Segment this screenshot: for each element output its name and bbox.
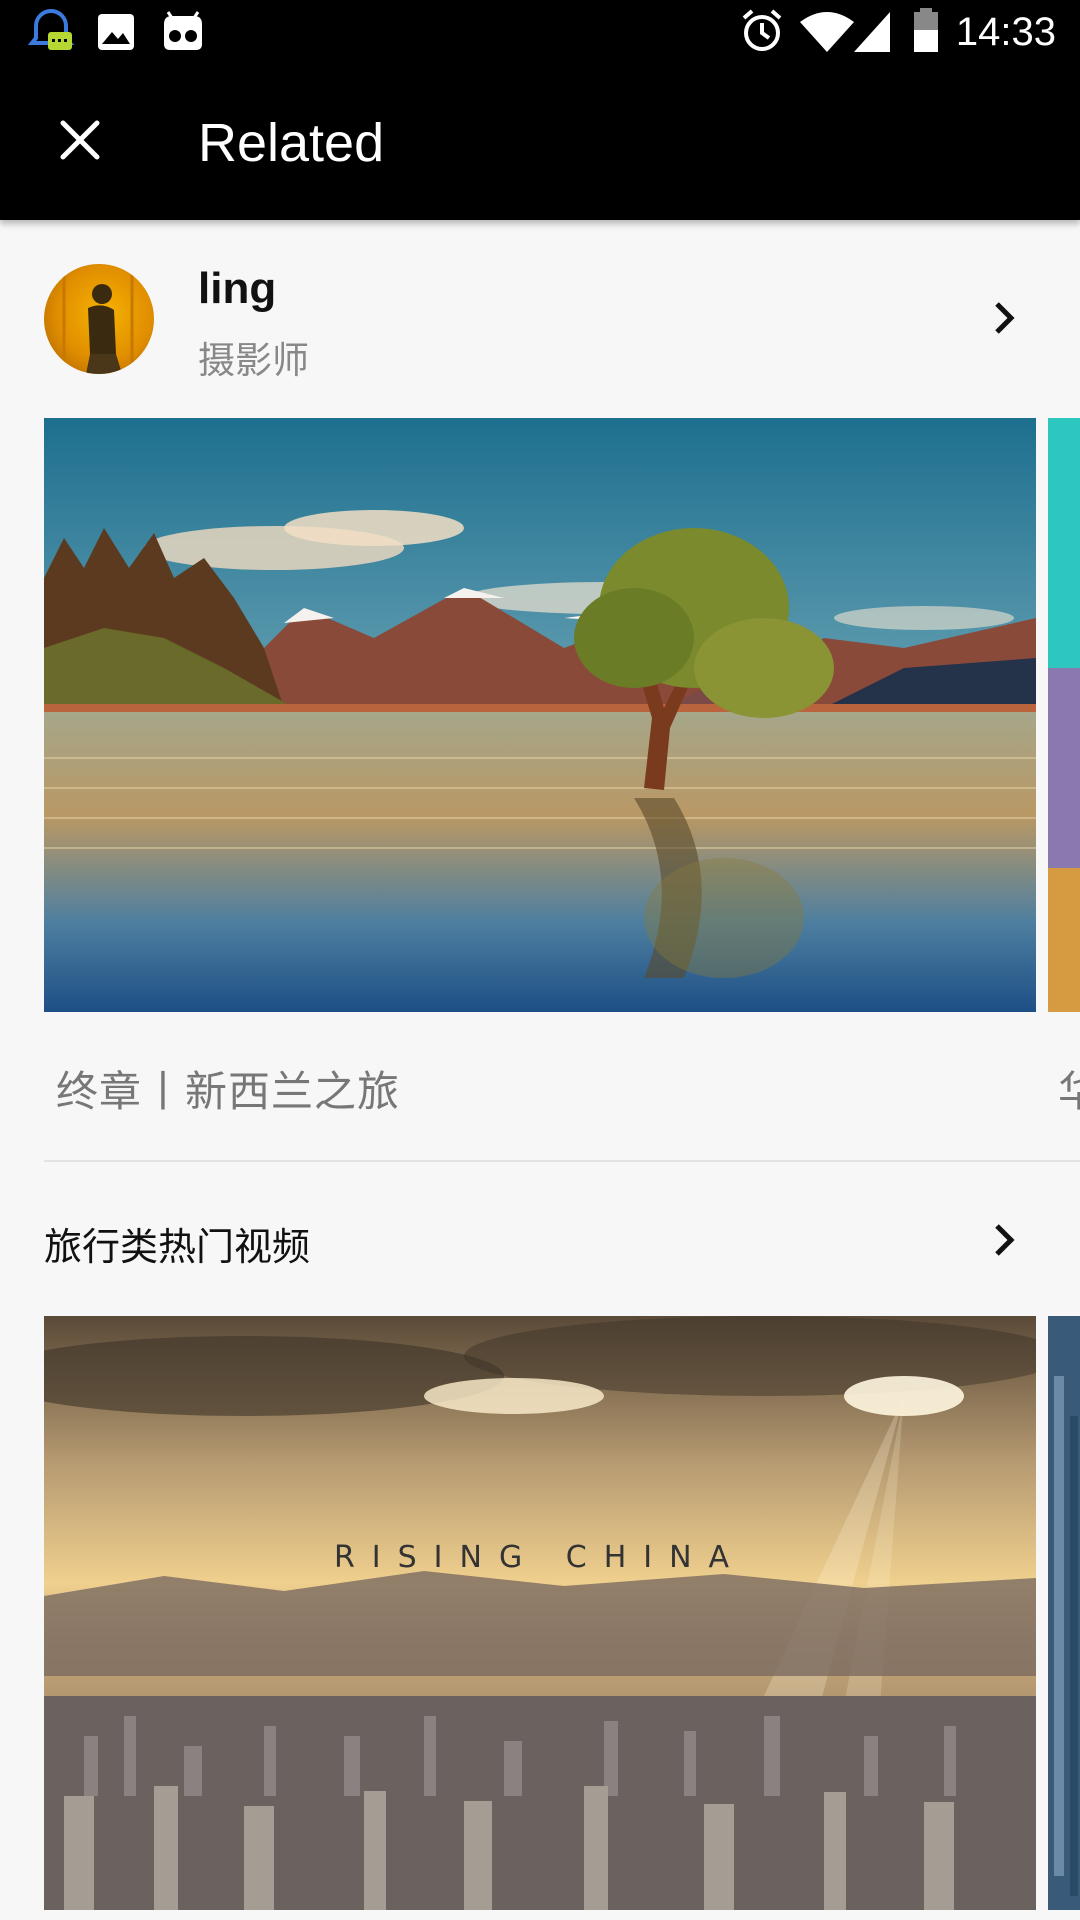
chevron-right-icon xyxy=(995,302,1015,334)
section-chevron[interactable] xyxy=(984,1220,1024,1260)
page-title: Related xyxy=(198,113,385,173)
lake-tree-image xyxy=(44,418,1036,1012)
chevron-right-icon xyxy=(995,1224,1015,1256)
android-robot-icon xyxy=(164,11,202,50)
featured-video-thumbnail-next[interactable] xyxy=(1048,418,1080,1012)
author-role: 摄影师 xyxy=(198,339,309,382)
signal-icon xyxy=(854,12,890,52)
app-bar: Related xyxy=(0,64,1080,220)
alarm-icon xyxy=(742,9,782,51)
notification-bell-icon xyxy=(28,9,74,50)
thumbnail-overlay-text: RISING CHINA xyxy=(333,1540,747,1575)
featured-video-title[interactable]: 终章丨新西兰之旅 xyxy=(56,1058,400,1119)
close-button[interactable] xyxy=(40,100,120,180)
city-sunrays-image xyxy=(44,1316,1036,1910)
close-icon xyxy=(60,120,100,160)
author-name: ling xyxy=(198,264,277,313)
travel-video-thumbnail-next[interactable] xyxy=(1048,1316,1080,1910)
featured-video-title-next[interactable]: 华 xyxy=(1058,1058,1080,1119)
gallery-icon xyxy=(98,14,134,50)
battery-icon xyxy=(914,8,938,52)
avatar-silhouette xyxy=(62,274,134,374)
avatar[interactable] xyxy=(44,264,154,374)
next-travel-thumbnail-image xyxy=(1048,1316,1080,1910)
wifi-icon xyxy=(800,12,854,52)
featured-video-thumbnail[interactable] xyxy=(44,418,1036,1012)
status-time: 14:33 xyxy=(955,10,1056,54)
section-title[interactable]: 旅行类热门视频 xyxy=(44,1216,310,1271)
next-thumbnail-image xyxy=(1048,418,1080,1012)
travel-video-thumbnail[interactable]: RISING CHINA xyxy=(44,1316,1036,1910)
author-chevron[interactable] xyxy=(984,298,1024,338)
author-row[interactable]: ling 摄影师 xyxy=(0,220,1080,416)
status-bar: 14:33 xyxy=(0,0,1080,64)
section-divider xyxy=(44,1160,1080,1162)
